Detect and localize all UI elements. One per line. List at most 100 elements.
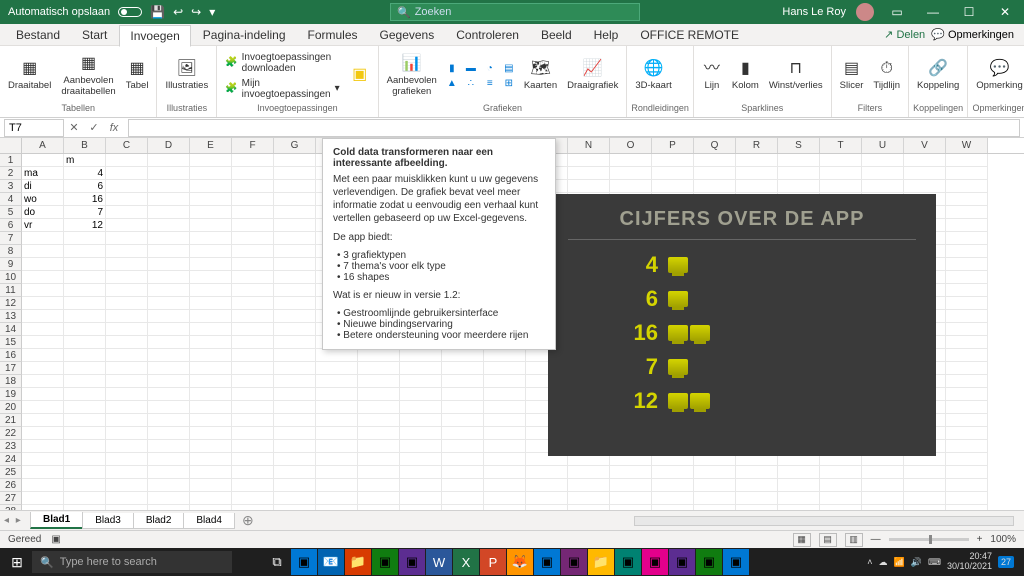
cell[interactable]: [274, 427, 316, 440]
app-icon[interactable]: ▣: [291, 549, 317, 575]
formula-input[interactable]: [128, 119, 1020, 137]
cell[interactable]: [946, 414, 988, 427]
cell[interactable]: [64, 388, 106, 401]
cell[interactable]: do: [22, 206, 64, 219]
powerpoint-icon[interactable]: P: [480, 549, 506, 575]
cell[interactable]: [316, 440, 358, 453]
row-header[interactable]: 3: [0, 180, 22, 193]
cell[interactable]: [106, 479, 148, 492]
cell[interactable]: [946, 453, 988, 466]
cell[interactable]: [190, 284, 232, 297]
cell[interactable]: [946, 440, 988, 453]
cell[interactable]: [484, 362, 526, 375]
cell[interactable]: [148, 440, 190, 453]
cell[interactable]: [22, 362, 64, 375]
cell[interactable]: [148, 219, 190, 232]
tray-lang-icon[interactable]: ⌨: [928, 557, 941, 568]
cell[interactable]: [694, 180, 736, 193]
cell[interactable]: [400, 479, 442, 492]
cell[interactable]: [190, 297, 232, 310]
cell[interactable]: [232, 180, 274, 193]
macro-record-icon[interactable]: ▣: [51, 534, 60, 545]
normal-view-icon[interactable]: ▦: [793, 533, 811, 547]
cell[interactable]: [148, 427, 190, 440]
user-avatar-icon[interactable]: [856, 3, 874, 21]
cell[interactable]: [946, 258, 988, 271]
cancel-fx-icon[interactable]: ✕: [64, 121, 84, 134]
explorer-icon[interactable]: 📁: [588, 549, 614, 575]
row-header[interactable]: 16: [0, 349, 22, 362]
cell[interactable]: [148, 349, 190, 362]
cell[interactable]: [148, 323, 190, 336]
cell[interactable]: [106, 492, 148, 505]
cell[interactable]: [232, 167, 274, 180]
cell[interactable]: [64, 258, 106, 271]
cell[interactable]: 12: [64, 219, 106, 232]
search-input[interactable]: 🔍 Zoeken: [390, 3, 640, 21]
cell[interactable]: [400, 401, 442, 414]
row-header[interactable]: 14: [0, 323, 22, 336]
cell[interactable]: [526, 466, 568, 479]
cell[interactable]: [64, 414, 106, 427]
cell[interactable]: [316, 466, 358, 479]
cell[interactable]: [316, 362, 358, 375]
comments-button[interactable]: 💬 Opmerkingen: [931, 28, 1014, 41]
cell[interactable]: [22, 440, 64, 453]
cell[interactable]: [946, 219, 988, 232]
cell[interactable]: [232, 453, 274, 466]
column-header[interactable]: R: [736, 138, 778, 153]
row-header[interactable]: 9: [0, 258, 22, 271]
rec-pivot-button[interactable]: ▦Aanbevolen draaitabellen: [57, 52, 119, 99]
cell[interactable]: [190, 466, 232, 479]
cell[interactable]: [148, 258, 190, 271]
chart-types[interactable]: ▮▬◔▤ ▲∴≡⊞: [443, 61, 518, 90]
rec-charts-button[interactable]: 📊Aanbevolen grafieken: [383, 52, 441, 99]
cell[interactable]: [400, 388, 442, 401]
cell[interactable]: [358, 401, 400, 414]
save-icon[interactable]: 💾: [150, 5, 165, 19]
cell[interactable]: [358, 414, 400, 427]
cell[interactable]: [22, 271, 64, 284]
cell[interactable]: [148, 154, 190, 167]
cell[interactable]: [946, 271, 988, 284]
select-all-corner[interactable]: [0, 138, 22, 153]
cell[interactable]: [946, 323, 988, 336]
cell[interactable]: [64, 492, 106, 505]
cell[interactable]: [22, 245, 64, 258]
cell[interactable]: [148, 362, 190, 375]
cell[interactable]: [358, 349, 400, 362]
cell[interactable]: [148, 167, 190, 180]
column-header[interactable]: P: [652, 138, 694, 153]
cell[interactable]: [946, 206, 988, 219]
cell[interactable]: [442, 401, 484, 414]
cell[interactable]: [190, 193, 232, 206]
slicer-button[interactable]: ▤Slicer: [836, 57, 868, 93]
cell[interactable]: [190, 310, 232, 323]
cell[interactable]: [274, 492, 316, 505]
cell[interactable]: [274, 479, 316, 492]
cell[interactable]: [316, 453, 358, 466]
row-header[interactable]: 23: [0, 440, 22, 453]
cell[interactable]: [316, 375, 358, 388]
cell[interactable]: [274, 388, 316, 401]
cell[interactable]: [400, 349, 442, 362]
cell[interactable]: [274, 271, 316, 284]
cell[interactable]: [274, 258, 316, 271]
layout-view-icon[interactable]: ▤: [819, 533, 837, 547]
cell[interactable]: [148, 206, 190, 219]
cell[interactable]: [652, 154, 694, 167]
row-header[interactable]: 27: [0, 492, 22, 505]
cell[interactable]: [22, 258, 64, 271]
row-header[interactable]: 15: [0, 336, 22, 349]
cell[interactable]: [862, 154, 904, 167]
cell[interactable]: [736, 154, 778, 167]
cell[interactable]: [778, 466, 820, 479]
cell[interactable]: [232, 284, 274, 297]
app-icon[interactable]: ▣: [615, 549, 641, 575]
tray-cloud-icon[interactable]: ☁: [879, 557, 888, 568]
autosave-toggle[interactable]: [118, 7, 142, 17]
cell[interactable]: [820, 167, 862, 180]
cell[interactable]: [148, 388, 190, 401]
cell[interactable]: [358, 440, 400, 453]
zoom-in-icon[interactable]: +: [977, 534, 983, 545]
